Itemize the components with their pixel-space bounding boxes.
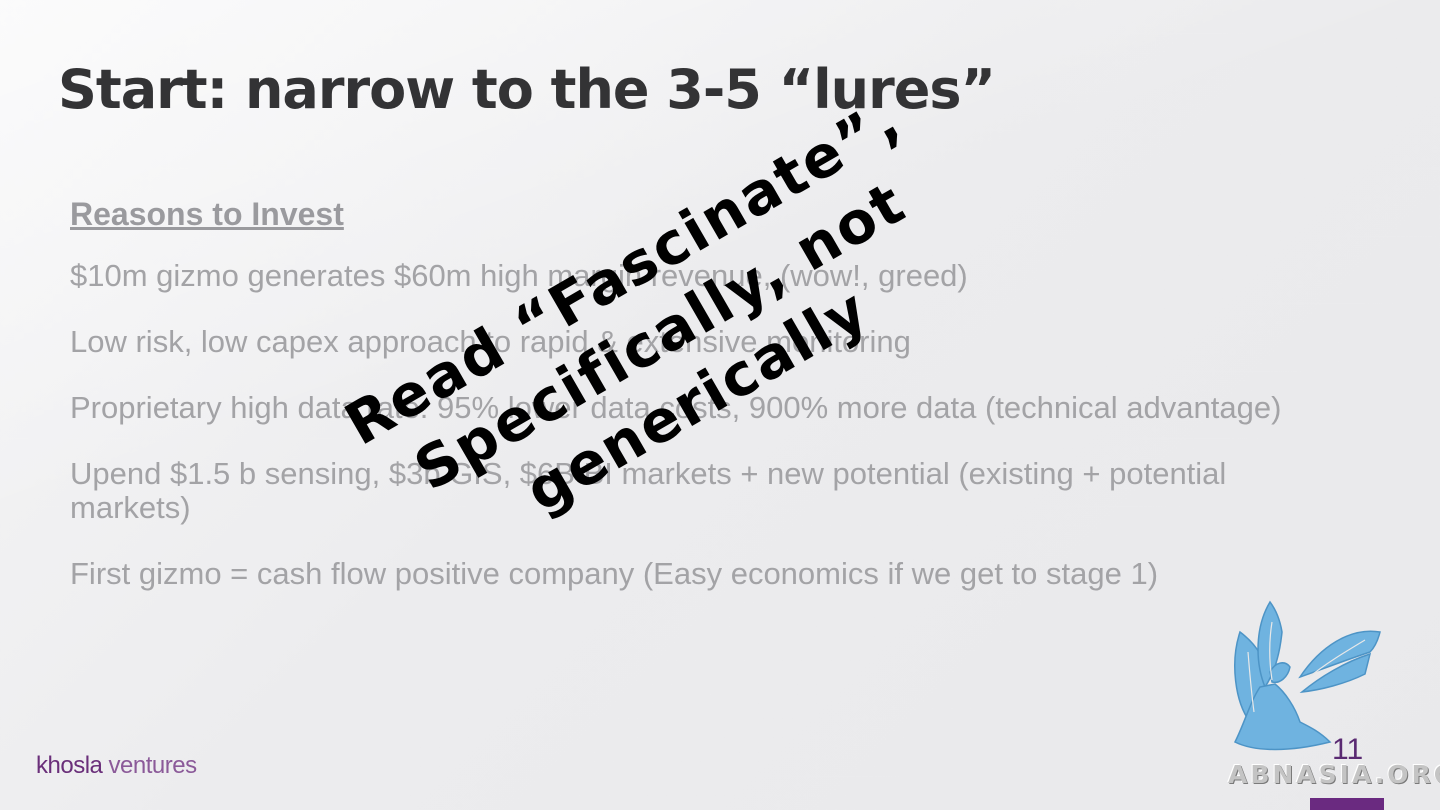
logo-ventures-text: ventures — [108, 752, 198, 779]
reason-item: Upend $1.5 b sensing, $3b GIS, $6B BI ma… — [70, 456, 1227, 525]
khosla-ventures-logo: khosla ventures — [36, 752, 197, 780]
watermark-text: ABNASIA.ORG — [1228, 760, 1440, 789]
accent-bar — [1310, 798, 1384, 810]
griffin-icon — [1233, 600, 1381, 751]
logo-khosla-text: khosla — [36, 752, 103, 779]
reason-item: First gizmo = cash flow positive company… — [70, 556, 1159, 591]
